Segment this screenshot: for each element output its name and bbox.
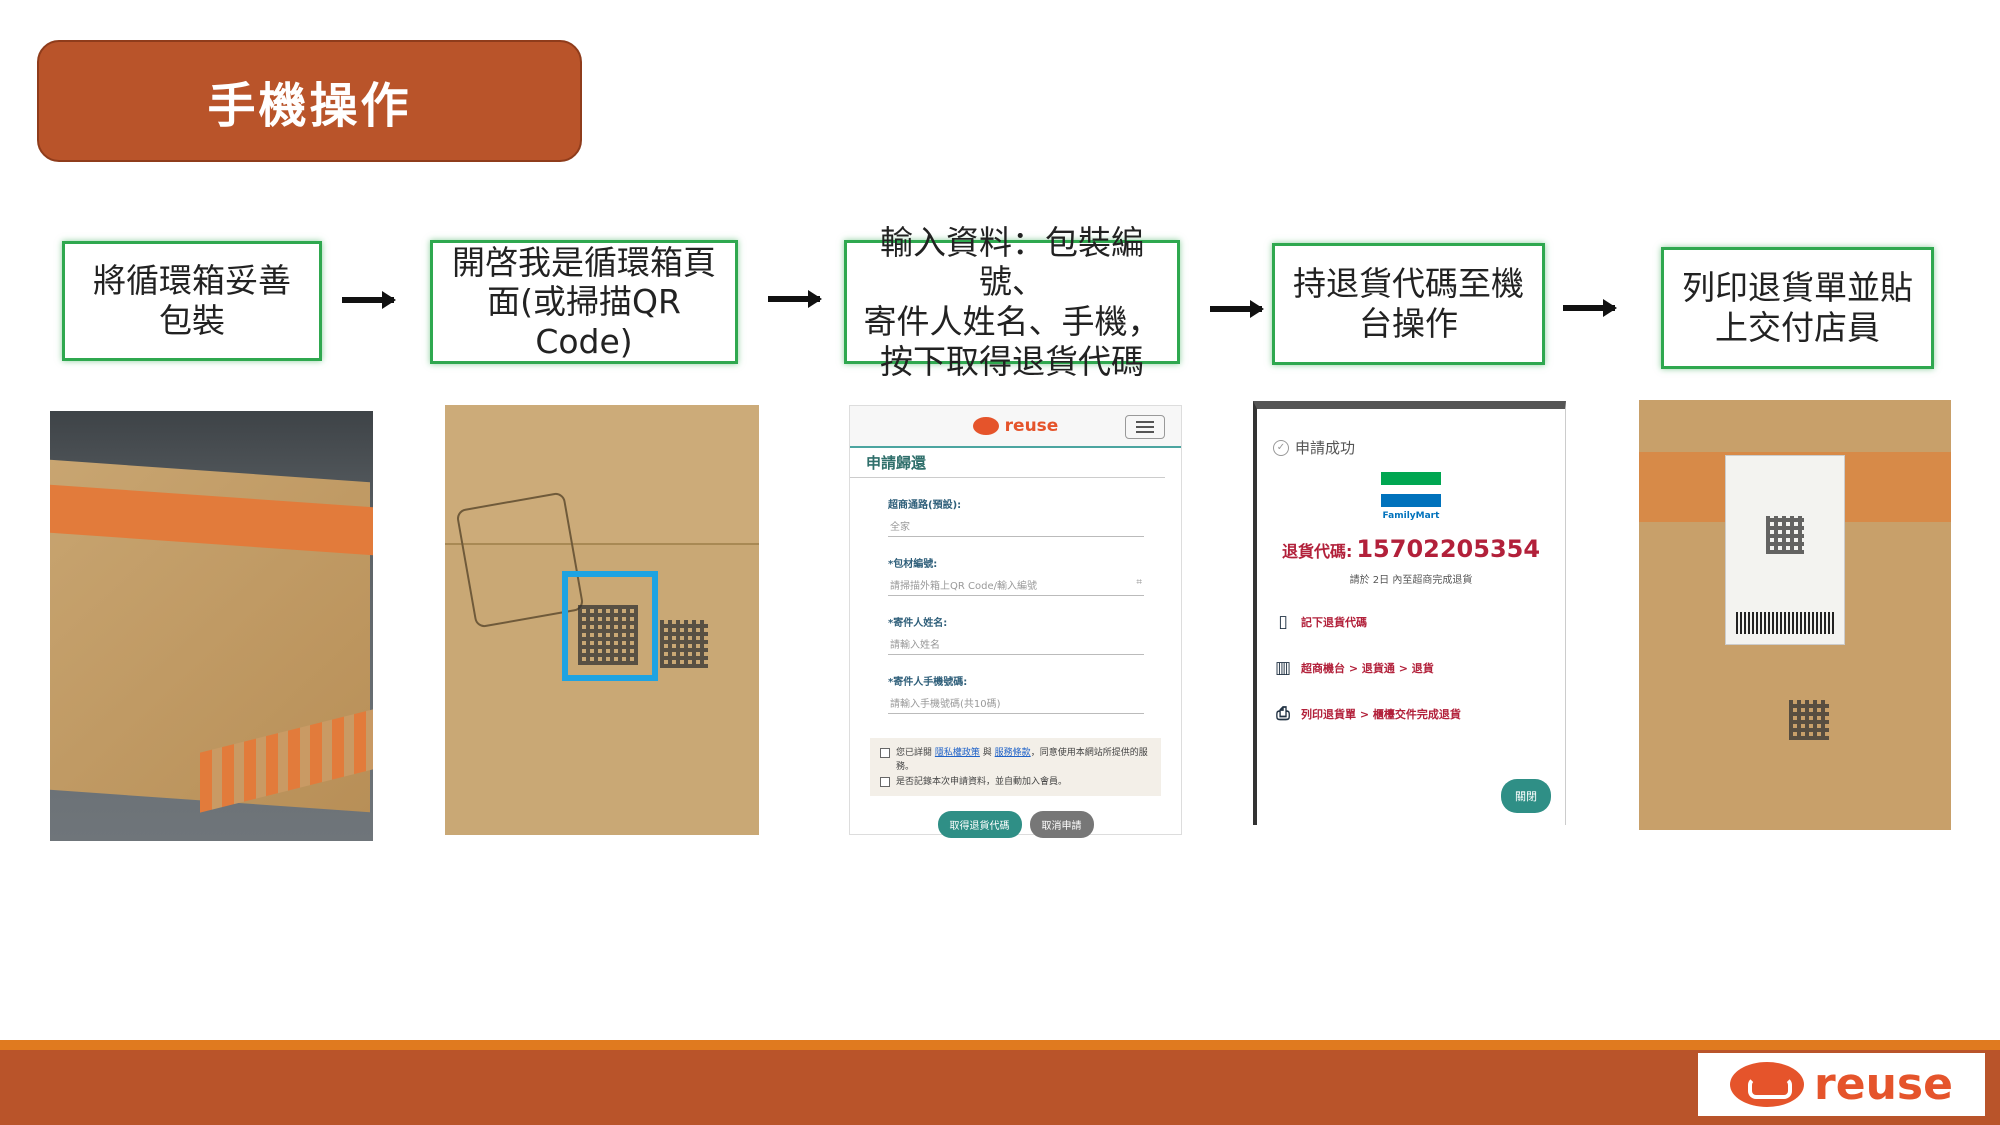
sender-phone-placeholder: 請輸入手機號碼(共10碼) <box>890 699 1001 710</box>
reuse-logo-icon <box>1730 1062 1805 1107</box>
footer-brand: reuse <box>1814 1059 1953 1110</box>
sender-name-input[interactable]: 請輸入姓名 <box>888 633 1144 655</box>
sender-phone-input[interactable]: 請輸入手機號碼(共10碼) <box>888 692 1144 714</box>
instruction-item: ⎙ 列印退貨單 > 櫃檯交件完成退貨 <box>1273 704 1565 724</box>
arrow-icon <box>342 291 396 309</box>
title-banner: 手機操作 <box>37 40 582 162</box>
hamburger-menu-icon[interactable] <box>1125 415 1165 439</box>
qr-code-icon <box>660 620 708 668</box>
page-title: 手機操作 <box>207 78 412 134</box>
labeled-box-photo <box>1639 400 1951 830</box>
field-label-sender-name: *寄件人姓名: <box>888 618 948 629</box>
success-screenshot: ✓ 申請成功 FamilyMart 退貨代碼: 15702205354 請於 2… <box>1253 401 1566 825</box>
privacy-policy-link[interactable]: 隱私權政策 <box>935 748 980 758</box>
arrow-icon <box>768 290 822 308</box>
check-circle-icon: ✓ <box>1273 439 1289 456</box>
step-1-box: 將循環箱妥善 包裝 <box>62 241 322 361</box>
step-3-box: 輸入資料：包裝編號、 寄件人姓名、手機， 按下取得退貨代碼 <box>844 223 1180 381</box>
terms-checkbox[interactable] <box>880 748 890 758</box>
barcode-icon <box>1736 612 1836 634</box>
channel-value: 全家 <box>890 522 910 533</box>
instruction-text: 超商機台 > 退貨通 > 退貨 <box>1301 662 1434 675</box>
get-return-code-button[interactable]: 取得退貨代碼 <box>937 811 1022 838</box>
slide: 手機操作 將循環箱妥善 包裝 開啓我是循環箱頁 面(或掃描QR Code) 輸入… <box>0 0 2000 1125</box>
familymart-name: FamilyMart <box>1382 511 1440 521</box>
packed-box-photo <box>50 411 373 841</box>
phone-icon: ▯ <box>1278 612 1288 632</box>
service-terms-link[interactable]: 服務條款 <box>995 748 1031 758</box>
reuse-logo-icon <box>972 417 999 435</box>
return-slip-label <box>1725 455 1845 645</box>
success-status: 申請成功 <box>1295 439 1356 457</box>
sender-name-placeholder: 請輸入姓名 <box>890 640 940 651</box>
step-5-box: 列印退貨單並貼 上交付店員 <box>1661 247 1934 369</box>
arrow-icon <box>1563 299 1617 317</box>
instruction-item: ▯ 記下退貨代碼 <box>1273 612 1565 632</box>
qr-code-icon <box>1766 516 1804 554</box>
printer-icon: ⎙ <box>1276 704 1290 724</box>
form-title: 申請歸還 <box>850 448 1165 478</box>
kiosk-icon: ▥ <box>1274 658 1292 678</box>
brand-name: reuse <box>1004 416 1059 436</box>
field-label-package-id: *包材編號: <box>888 559 938 570</box>
instruction-item: ▥ 超商機台 > 退貨通 > 退貨 <box>1273 658 1565 678</box>
remember-checkbox[interactable] <box>880 776 890 787</box>
terms-and: 與 <box>982 748 992 758</box>
cancel-application-button[interactable]: 取消申請 <box>1029 811 1094 838</box>
footer-logo: reuse <box>1698 1053 1985 1116</box>
return-code-label: 退貨代碼: <box>1281 542 1353 561</box>
package-id-input[interactable]: 請掃描外箱上QR Code/輸入編號 ⌗ <box>888 574 1144 596</box>
remember-text: 是否記錄本次申請資料，並自動加入會員。 <box>896 776 1068 787</box>
field-label-channel: 超商通路(預設): <box>888 500 962 511</box>
box-qr-code-photo <box>445 405 759 835</box>
familymart-logo <box>1381 472 1441 507</box>
close-button[interactable]: 關閉 <box>1501 779 1551 813</box>
terms-panel: 您已詳閱 隱私權政策 與 服務條款，同意使用本網站所提供的服務。 是否記錄本次申… <box>870 738 1161 796</box>
return-code-value: 15702205354 <box>1356 535 1541 563</box>
deadline-note: 請於 2日 內至超商完成退貨 <box>1349 575 1473 586</box>
qr-code-icon <box>1789 700 1829 740</box>
form-header: reuse <box>850 406 1181 448</box>
step-4-box: 持退貨代碼至機 台操作 <box>1272 243 1545 365</box>
return-form-screenshot: reuse 申請歸還 超商通路(預設): 全家 *包材編號: 請掃描外箱上QR … <box>849 405 1182 838</box>
instruction-text: 列印退貨單 > 櫃檯交件完成退貨 <box>1301 708 1461 721</box>
arrow-icon <box>1210 300 1264 318</box>
step-2-box: 開啓我是循環箱頁 面(或掃描QR Code) <box>430 240 738 364</box>
package-id-placeholder: 請掃描外箱上QR Code/輸入編號 <box>890 581 1037 592</box>
instruction-text: 記下退貨代碼 <box>1301 616 1367 629</box>
channel-input[interactable]: 全家 <box>888 515 1144 537</box>
scan-icon[interactable]: ⌗ <box>1136 577 1142 592</box>
field-label-sender-phone: *寄件人手機號碼: <box>888 677 968 688</box>
terms-prefix: 您已詳閱 <box>896 748 933 758</box>
qr-highlight-frame <box>562 571 658 681</box>
